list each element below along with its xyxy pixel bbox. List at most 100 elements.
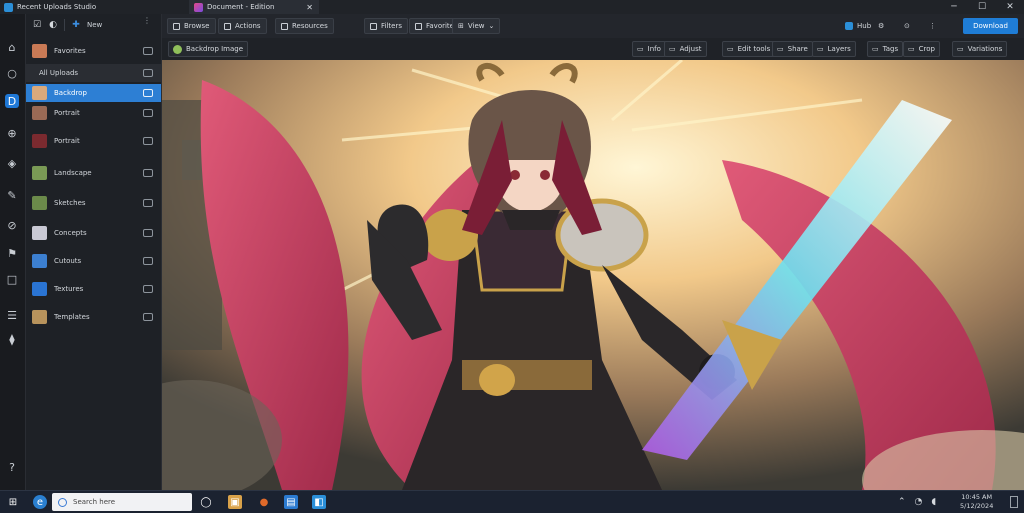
clock-time: 10:45 AM: [961, 493, 993, 501]
chip-label: Crop: [918, 45, 935, 53]
firefox-icon[interactable]: ●: [257, 495, 271, 509]
asset-name-chip[interactable]: Backdrop Image: [168, 41, 249, 57]
asset-preview-icon[interactable]: [143, 109, 153, 117]
asset-preview-icon[interactable]: [143, 257, 153, 265]
taskbar-search[interactable]: Search here: [52, 493, 192, 511]
library-icon[interactable]: D: [5, 94, 19, 108]
clock[interactable]: 10:45 AM 5/12/2024: [960, 493, 993, 511]
theme-toggle-icon[interactable]: ◐: [48, 20, 58, 30]
toolbar-button[interactable]: Filters: [364, 18, 408, 34]
asset-preview-icon[interactable]: [143, 69, 153, 77]
flag-icon[interactable]: ⚑: [5, 246, 19, 260]
plugin-icon[interactable]: ⧫: [5, 332, 19, 346]
more-icon[interactable]: ⋮: [929, 18, 936, 34]
link-icon[interactable]: ⊘: [5, 218, 19, 232]
asset-list-label: Textures: [54, 285, 84, 293]
select-all-icon[interactable]: ☑: [32, 20, 42, 30]
panel-toolbar: ☑ ◐ ✚ New: [32, 19, 102, 31]
view-label: View: [467, 22, 485, 30]
subbar-chip[interactable]: ▭ Info: [632, 41, 666, 57]
asset-list-label: Landscape: [54, 169, 92, 177]
subbar-chip[interactable]: ▭ Crop: [903, 41, 940, 57]
asset-preview-icon[interactable]: [143, 229, 153, 237]
asset-list-label: Favorites: [54, 47, 86, 55]
chip-icon: ▭: [637, 45, 644, 53]
store-icon[interactable]: ▤: [284, 495, 298, 509]
close-window-button[interactable]: ✕: [996, 0, 1024, 14]
subbar-chip[interactable]: ▭ Adjust: [664, 41, 707, 57]
toolbar-button-label: Filters: [381, 22, 402, 30]
subbar-chip[interactable]: ▭ Variations: [952, 41, 1008, 57]
minimize-button[interactable]: ─: [940, 0, 968, 14]
toolbar-button[interactable]: Resources: [275, 18, 334, 34]
asset-list-item[interactable]: Textures: [26, 280, 161, 298]
asset-thumbnail: [32, 44, 47, 58]
network-icon[interactable]: ◔: [915, 497, 923, 507]
view-dropdown[interactable]: ⊞ View ⌄: [452, 18, 501, 34]
asset-list-item[interactable]: Favorites: [26, 42, 161, 60]
list-icon[interactable]: ☰: [5, 308, 19, 322]
settings-icon[interactable]: ⊙: [904, 18, 910, 34]
asset-preview-icon[interactable]: [143, 313, 153, 321]
asset-preview-icon[interactable]: [143, 285, 153, 293]
image-canvas[interactable]: [162, 60, 1024, 490]
home-icon[interactable]: ⌂: [5, 40, 19, 54]
asset-preview-icon[interactable]: [143, 137, 153, 145]
asset-list-item[interactable]: Cutouts: [26, 252, 161, 270]
compass-icon[interactable]: ⊕: [5, 126, 19, 140]
studio-app-icon[interactable]: ◧: [312, 495, 326, 509]
chip-label: Variations: [967, 45, 1003, 53]
subbar-chip[interactable]: ▭ Share: [772, 41, 813, 57]
tab-close-icon[interactable]: ✕: [306, 3, 313, 12]
asset-list-item[interactable]: Backdrop: [26, 84, 161, 102]
notifications-icon[interactable]: [1010, 496, 1018, 508]
subbar-chip[interactable]: ▭ Layers: [812, 41, 856, 57]
toolbar-button[interactable]: Actions: [218, 18, 267, 34]
asset-list-item[interactable]: Sketches: [26, 194, 161, 212]
brush-icon[interactable]: ✎: [5, 188, 19, 202]
asset-preview-icon[interactable]: [143, 169, 153, 177]
document-tab[interactable]: Document - Edition ✕: [189, 0, 319, 14]
asset-list-label: Portrait: [54, 137, 80, 145]
system-tray: ⌃ ◔ ◖: [898, 494, 936, 510]
asset-list-item[interactable]: All Uploads: [26, 64, 161, 82]
asset-preview-icon[interactable]: [143, 47, 153, 55]
circle-icon[interactable]: ○: [5, 66, 19, 80]
add-icon[interactable]: ✚: [71, 20, 81, 30]
asset-preview-icon[interactable]: [143, 89, 153, 97]
maximize-button[interactable]: ☐: [968, 0, 996, 14]
subbar-chip[interactable]: ▭ Tags: [867, 41, 904, 57]
asset-list-item[interactable]: Concepts: [26, 224, 161, 242]
browser-icon[interactable]: e: [33, 495, 47, 509]
asset-list-item[interactable]: Portrait: [26, 104, 161, 122]
start-icon[interactable]: ⊞: [6, 495, 20, 509]
help-icon[interactable]: ?: [5, 460, 19, 474]
panel-overflow-icon[interactable]: ⋮: [143, 16, 151, 25]
left-icon-rail: ⌂ ○ D ⊕ ◈ ✎ ⊘ ⚑ □ ☰ ⧫?: [0, 14, 26, 490]
asset-preview-icon[interactable]: [143, 199, 153, 207]
toolbar-button[interactable]: Browse: [167, 18, 216, 34]
files-icon[interactable]: ▣: [228, 495, 242, 509]
gear-icon[interactable]: ⚙: [878, 18, 884, 34]
square-icon[interactable]: □: [5, 272, 19, 286]
chip-icon: ▭: [777, 45, 784, 53]
asset-thumbnail: [32, 166, 47, 180]
volume-icon[interactable]: ◖: [931, 497, 936, 507]
asset-thumbnail: [32, 86, 47, 100]
palette-icon[interactable]: ◈: [5, 156, 19, 170]
asset-list-item[interactable]: Templates: [26, 308, 161, 326]
taskbar-search-placeholder: Search here: [73, 498, 116, 506]
task-view-icon[interactable]: ◯: [199, 495, 213, 509]
asset-list-item[interactable]: Portrait: [26, 132, 161, 150]
chip-icon: ▭: [669, 45, 676, 53]
asset-list-label: Portrait: [54, 109, 80, 117]
asset-list-item[interactable]: Landscape: [26, 164, 161, 182]
subbar-chip[interactable]: ▭ Edit tools: [722, 41, 776, 57]
new-label[interactable]: New: [87, 21, 102, 29]
chevron-down-icon: ⌄: [488, 22, 495, 30]
view-grid-icon: ⊞: [458, 22, 464, 30]
asset-thumbnail: [32, 196, 47, 210]
download-button[interactable]: Download: [963, 18, 1018, 34]
chevron-up-icon[interactable]: ⌃: [898, 497, 906, 507]
hub-button[interactable]: Hub: [845, 18, 871, 34]
